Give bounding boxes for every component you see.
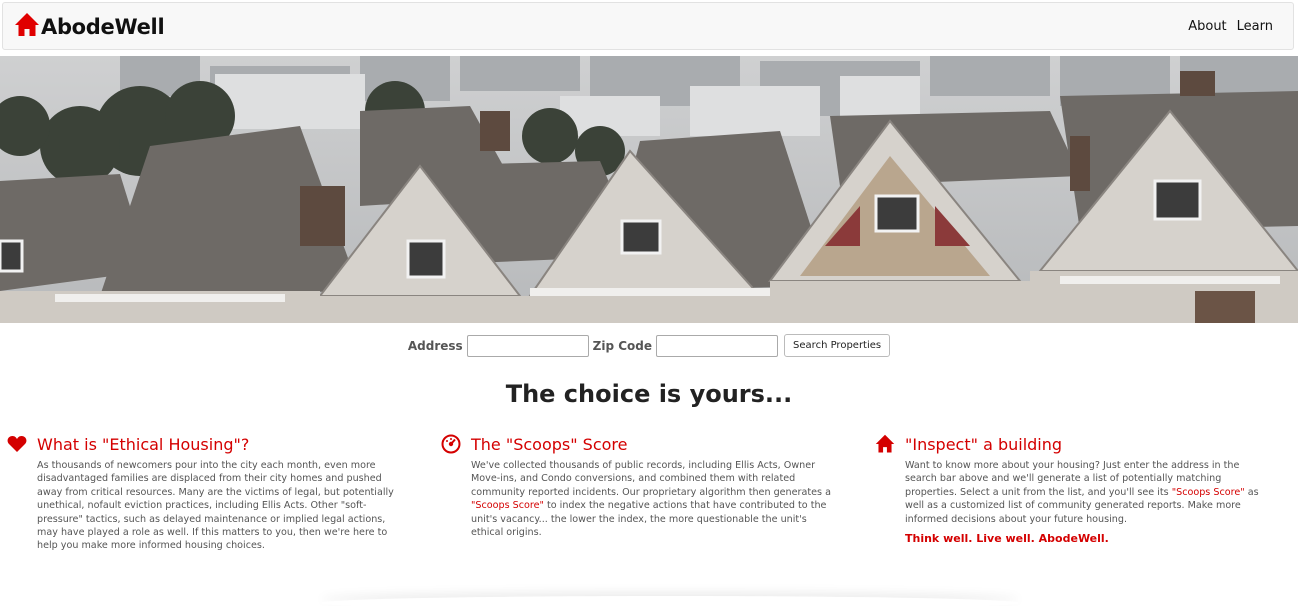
nav-about-link[interactable]: About bbox=[1188, 19, 1226, 34]
brand-name: AbodeWell bbox=[41, 15, 165, 39]
navbar: AbodeWell About Learn bbox=[2, 2, 1294, 50]
home-icon bbox=[874, 433, 896, 455]
zip-code-label: Zip Code bbox=[592, 338, 653, 353]
heart-icon bbox=[6, 433, 28, 455]
feature-ethical-housing: What is "Ethical Housing"? As thousands … bbox=[6, 433, 398, 553]
home-icon bbox=[14, 12, 40, 42]
feature-body: As thousands of newcomers pour into the … bbox=[37, 460, 394, 552]
feature-title: The "Scoops" Score bbox=[471, 434, 628, 454]
scoops-score-highlight: "Scoops Score" bbox=[471, 500, 544, 512]
feature-body-text: We've collected thousands of public reco… bbox=[471, 460, 831, 498]
feature-body: We've collected thousands of public reco… bbox=[471, 459, 832, 539]
scoops-score-highlight: "Scoops Score" bbox=[1171, 486, 1245, 498]
search-form: Address Zip Code Search Properties bbox=[0, 334, 1298, 357]
feature-title: What is "Ethical Housing"? bbox=[37, 434, 250, 454]
tagline: Think well. Live well. AbodeWell. bbox=[905, 532, 1109, 546]
feature-title: "Inspect" a building bbox=[905, 434, 1063, 454]
address-input[interactable] bbox=[466, 334, 589, 357]
search-properties-button[interactable]: Search Properties bbox=[784, 334, 891, 357]
nav-links: About Learn bbox=[1188, 19, 1273, 34]
hero-image bbox=[0, 56, 1298, 323]
brand-link[interactable]: AbodeWell bbox=[14, 12, 165, 42]
footer-edge bbox=[320, 596, 1020, 606]
feature-inspect-building: "Inspect" a building Want to know more a… bbox=[874, 433, 1266, 545]
address-label: Address bbox=[407, 338, 463, 353]
nav-learn-link[interactable]: Learn bbox=[1237, 19, 1273, 34]
feature-scoops-score: The "Scoops" Score We've collected thous… bbox=[440, 433, 832, 539]
zip-code-input[interactable] bbox=[656, 334, 779, 357]
gauge-icon bbox=[440, 433, 462, 455]
feature-body: Want to know more about your housing? Ju… bbox=[905, 459, 1266, 526]
page-headline: The choice is yours... bbox=[505, 380, 793, 408]
